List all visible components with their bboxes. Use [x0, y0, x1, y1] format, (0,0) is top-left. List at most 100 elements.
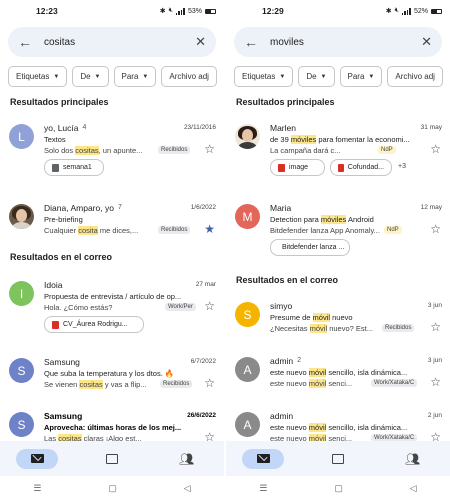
email-subject: este nuevo móvil sencillo, isla dinámica… [270, 423, 432, 432]
chip-archivo-adjunto[interactable]: Archivo adj [161, 66, 217, 87]
nav-meet[interactable]: 👥︎ [392, 449, 434, 469]
email-date: 23/11/2016 [183, 124, 216, 131]
label-badge: Recibidos [158, 146, 191, 154]
chip-etiquetas[interactable]: Etiquetas ▼ [8, 66, 68, 87]
subject-text: para fomentar la economi... [316, 135, 410, 144]
snippet-text: , un apunte... [98, 146, 143, 155]
dropdown-icon: ▼ [320, 73, 327, 80]
chip-para[interactable]: Para ▼ [339, 66, 383, 87]
nav-chat[interactable] [317, 449, 359, 469]
photo-body [12, 222, 31, 229]
status-bar: 12:29 ✱ 🔇︎ 52% [226, 0, 450, 22]
dropdown-icon: ▼ [94, 73, 101, 80]
chip-archivo-adjunto[interactable]: Archivo adj [387, 66, 443, 87]
mute-icon: 🔇︎ [394, 7, 399, 14]
attachment-name: Cofundad... [347, 164, 384, 171]
nav-mail[interactable] [16, 448, 59, 469]
snippet-text: Hola. ¿Cómo estás? [44, 303, 113, 312]
star-icon[interactable]: ☆ [430, 320, 441, 334]
nav-meet[interactable]: 👥︎ [166, 449, 208, 469]
recents-icon[interactable]: ☰ [33, 483, 41, 494]
email-snippet: Solo dos cositas, un apunte... [44, 146, 154, 155]
snippet-text: senci... [326, 379, 353, 388]
email-row[interactable]: I Idoia 27 mar Propuesta de entrevista /… [0, 279, 224, 339]
avatar: A [235, 357, 260, 382]
document-icon [52, 163, 59, 172]
star-icon[interactable]: ☆ [430, 375, 441, 389]
subject-highlight: móvil [312, 313, 331, 322]
sender-name: Maria [270, 203, 292, 213]
sender-name: simyo [270, 301, 293, 311]
avatar-photo [235, 124, 260, 149]
photo-face [16, 209, 27, 222]
email-sender: Marlen [270, 123, 296, 133]
email-snippet: Se vienen cositas y vas a flip... [44, 380, 156, 389]
star-icon[interactable]: ☆ [204, 299, 215, 313]
sender-name: Diana, Amparo, yo [44, 203, 114, 213]
email-row[interactable]: A admin 2 3 jun este nuevo móvil sencillo… [226, 355, 450, 415]
avatar: L [9, 124, 34, 149]
chat-icon [105, 453, 118, 464]
clear-search-icon[interactable]: ✕ [195, 34, 206, 50]
avatar: M [235, 204, 260, 229]
nav-mail[interactable] [242, 448, 285, 469]
attachment-chip[interactable]: Cofundad... [330, 159, 392, 176]
snippet-text: Se vienen [44, 380, 80, 389]
attachment-chip[interactable]: semana1 [44, 159, 104, 176]
email-subject: este nuevo móvil sencillo, isla dinámica… [270, 368, 432, 377]
people-icon: 👥︎ [179, 451, 195, 466]
back-arrow-icon[interactable]: ← [18, 34, 38, 50]
recents-icon[interactable]: ☰ [259, 483, 267, 494]
home-icon[interactable]: ▢ [108, 483, 117, 494]
email-sender: Idoia [44, 280, 62, 290]
chip-etiquetas[interactable]: Etiquetas ▼ [234, 66, 294, 87]
bluetooth-icon: ✱ [385, 8, 392, 15]
email-row[interactable]: Marlen 31 may de 39 móviles para fomenta… [226, 122, 450, 182]
thread-count: 2 [297, 357, 302, 364]
chip-de[interactable]: De ▼ [298, 66, 335, 87]
email-snippet: Hola. ¿Cómo estás? [44, 303, 154, 312]
status-time: 12:23 [36, 6, 58, 16]
avatar: A [235, 412, 260, 437]
back-icon[interactable]: ◁ [410, 483, 417, 494]
search-bar[interactable]: ← moviles ✕ [234, 27, 442, 57]
attachment-chip[interactable]: CV_Áurea Rodrigu... [44, 316, 144, 333]
clear-search-icon[interactable]: ✕ [421, 34, 432, 50]
star-icon[interactable]: ☆ [204, 142, 215, 156]
search-input[interactable]: moviles [270, 37, 421, 48]
star-icon[interactable]: ☆ [430, 222, 441, 236]
email-row[interactable]: L yo, Lucía 4 23/11/2016 Textos Solo dos … [0, 122, 224, 182]
status-bar: 12:23 ✱ 🔇︎ 53% [0, 0, 224, 22]
star-icon[interactable]: ☆ [430, 142, 441, 156]
dropdown-icon: ▼ [279, 73, 286, 80]
snippet-highlight: cosita [78, 226, 98, 235]
chip-label: Para [121, 72, 139, 81]
status-icons: ✱ 🔇︎ 52% [386, 7, 442, 15]
star-filled-icon[interactable]: ★ [204, 222, 215, 236]
search-bar[interactable]: ← cositas ✕ [8, 27, 216, 57]
email-subject: Presume de móvil nuevo [270, 313, 432, 322]
email-row[interactable]: S Samsung 6/7/2022 Que suba la temperatu… [0, 356, 224, 416]
sender-name: admin [270, 356, 294, 366]
label-badge: Work/Xataka/C [371, 379, 418, 387]
email-sender: yo, Lucía 4 [44, 123, 86, 133]
nav-chat[interactable] [91, 449, 133, 469]
back-arrow-icon[interactable]: ← [244, 34, 264, 50]
status-time: 12:29 [262, 6, 284, 16]
email-row[interactable]: S simyo 3 jun Presume de móvil nuevo ¿Ne… [226, 300, 450, 360]
star-icon[interactable]: ☆ [204, 376, 215, 390]
battery-icon [205, 8, 216, 14]
chip-de[interactable]: De ▼ [72, 66, 109, 87]
home-icon[interactable]: ▢ [334, 483, 343, 494]
email-row[interactable]: M Maria 12 may Detection para móviles An… [226, 202, 450, 262]
snippet-text: Cualquier [44, 226, 79, 235]
search-input[interactable]: cositas [44, 37, 195, 48]
photo-body [238, 142, 257, 149]
chip-para[interactable]: Para ▼ [113, 66, 157, 87]
attachment-chip[interactable]: Bitdefender lanza ... [270, 239, 350, 256]
back-icon[interactable]: ◁ [184, 483, 191, 494]
sender-name: admin [270, 411, 294, 421]
attachment-chip[interactable]: image [270, 159, 325, 176]
system-nav: ☰ ▢ ◁ [226, 476, 450, 500]
sender-name: Samsung [44, 411, 83, 421]
